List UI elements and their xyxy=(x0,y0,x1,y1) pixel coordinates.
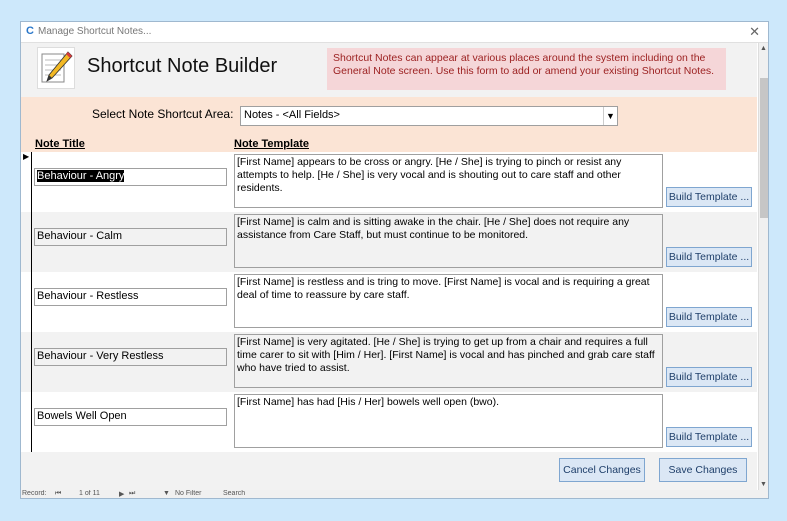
record-selector[interactable] xyxy=(21,332,32,392)
note-title-text: Behaviour - Very Restless xyxy=(37,350,164,362)
column-header-note-template: Note Template xyxy=(234,138,309,150)
record-selector[interactable] xyxy=(21,392,32,452)
note-title-field[interactable]: Bowels Well Open xyxy=(34,408,227,426)
record-selector[interactable] xyxy=(21,212,32,272)
shortcut-area-value: Notes - <All Fields> xyxy=(244,109,340,121)
scrollbar-thumb[interactable] xyxy=(760,78,768,218)
note-title-text: Behaviour - Angry xyxy=(37,170,125,182)
record-selector[interactable] xyxy=(21,272,32,332)
first-record-icon[interactable]: ⏮ xyxy=(55,490,61,498)
column-header-note-title: Note Title xyxy=(35,138,85,150)
table-row[interactable]: Behaviour - Calm [First Name] is calm an… xyxy=(21,212,757,272)
note-title-text: Bowels Well Open xyxy=(37,410,127,422)
note-template-field[interactable]: [First Name] is restless and is tring to… xyxy=(234,274,663,328)
app-icon: C xyxy=(26,25,34,37)
window-title: Manage Shortcut Notes... xyxy=(38,26,152,37)
note-title-field[interactable]: Behaviour - Restless xyxy=(34,288,227,306)
table-row[interactable]: Behaviour - Very Restless [First Name] i… xyxy=(21,332,757,392)
shortcut-area-select[interactable]: Notes - <All Fields> ▼ xyxy=(240,106,618,126)
build-template-button[interactable]: Build Template ... xyxy=(666,187,752,207)
filter-status[interactable]: No Filter xyxy=(175,490,201,497)
build-template-button[interactable]: Build Template ... xyxy=(666,367,752,387)
note-template-field[interactable]: [First Name] is calm and is sitting awak… xyxy=(234,214,663,268)
footer-actions: Cancel Changes Save Changes xyxy=(21,452,757,490)
last-record-icon[interactable]: ⏭ xyxy=(129,490,135,498)
note-template-field[interactable]: [First Name] has had [His / Her] bowels … xyxy=(234,394,663,448)
record-selector[interactable]: ▶ xyxy=(21,152,32,212)
close-icon[interactable]: ✕ xyxy=(749,24,760,40)
note-title-text: Behaviour - Calm xyxy=(37,230,122,242)
note-title-text: Behaviour - Restless xyxy=(37,290,139,302)
pencil-notepad-icon xyxy=(37,47,75,89)
filter-icon: ▼ xyxy=(163,490,170,497)
note-template-field[interactable]: [First Name] appears to be cross or angr… xyxy=(234,154,663,208)
page-title: Shortcut Note Builder xyxy=(87,55,278,77)
vertical-scrollbar[interactable]: ▲ ▼ xyxy=(758,43,768,490)
notes-list: ▶ Behaviour - Angry [First Name] appears… xyxy=(21,152,757,452)
note-title-field[interactable]: Behaviour - Angry xyxy=(34,168,227,186)
save-changes-button[interactable]: Save Changes xyxy=(659,458,747,482)
build-template-button[interactable]: Build Template ... xyxy=(666,307,752,327)
note-title-field[interactable]: Behaviour - Calm xyxy=(34,228,227,246)
build-template-button[interactable]: Build Template ... xyxy=(666,247,752,267)
chevron-down-icon[interactable]: ▼ xyxy=(603,107,617,125)
record-position[interactable]: 1 of 11 xyxy=(79,490,100,497)
table-row[interactable]: Behaviour - Restless [First Name] is res… xyxy=(21,272,757,332)
cancel-changes-button[interactable]: Cancel Changes xyxy=(559,458,645,482)
shortcut-area-label: Select Note Shortcut Area: xyxy=(92,107,234,121)
filter-band: Select Note Shortcut Area: Notes - <All … xyxy=(21,97,757,152)
note-title-field[interactable]: Behaviour - Very Restless xyxy=(34,348,227,366)
table-row[interactable]: Bowels Well Open [First Name] has had [H… xyxy=(21,392,757,452)
manage-shortcut-notes-window: C Manage Shortcut Notes... ✕ Shortcut No… xyxy=(20,21,769,499)
scroll-down-icon[interactable]: ▼ xyxy=(760,481,767,488)
build-template-button[interactable]: Build Template ... xyxy=(666,427,752,447)
info-note: Shortcut Notes can appear at various pla… xyxy=(327,48,726,90)
scroll-up-icon[interactable]: ▲ xyxy=(760,45,767,52)
titlebar: C Manage Shortcut Notes... ✕ xyxy=(21,22,768,43)
record-navigation-bar: Record: ⏮ 1 of 11 ▶ ⏭ ▼ No Filter Search xyxy=(21,490,768,498)
record-selector-icon: ▶ xyxy=(23,152,30,161)
search-input[interactable]: Search xyxy=(223,490,245,497)
next-record-icon[interactable]: ▶ xyxy=(119,490,124,498)
table-row[interactable]: ▶ Behaviour - Angry [First Name] appears… xyxy=(21,152,757,212)
note-template-field[interactable]: [First Name] is very agitated. [He / She… xyxy=(234,334,663,388)
record-label: Record: xyxy=(22,490,47,497)
